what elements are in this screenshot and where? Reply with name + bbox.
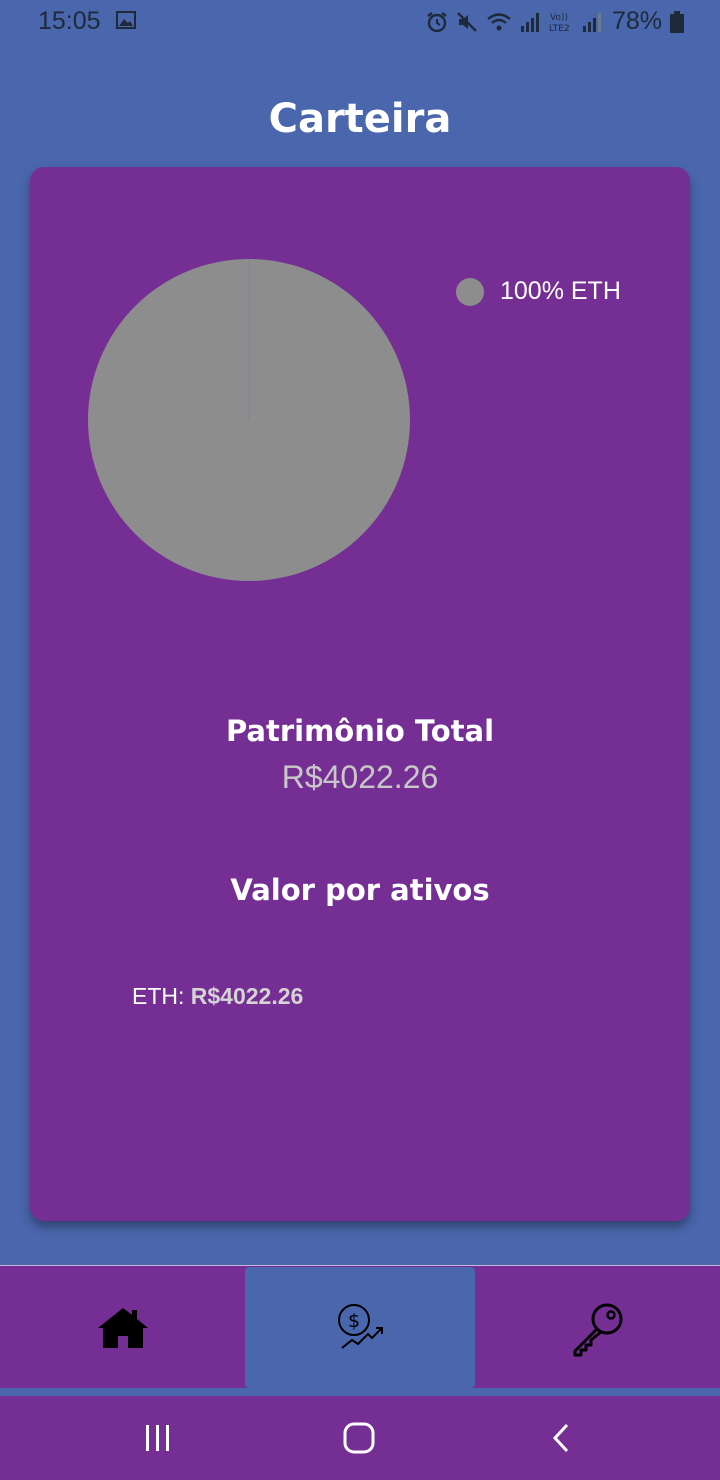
battery-percentage: 78%	[611, 7, 662, 35]
home-icon	[97, 1307, 148, 1348]
system-navigation-bar	[0, 1396, 720, 1480]
signal-icon	[520, 12, 539, 32]
svg-text:$: $	[348, 1310, 360, 1332]
home-circle-icon	[343, 1422, 375, 1454]
recent-apps-button[interactable]	[136, 1418, 180, 1458]
svg-text:LTE2: LTE2	[549, 24, 570, 34]
portfolio-card: 100% ETH Patrimônio Total R$4022.26 Valo…	[30, 167, 690, 1221]
asset-symbol: ETH:	[132, 983, 191, 1009]
total-assets-label: Patrimônio Total	[225, 714, 495, 748]
signal-icon	[582, 12, 601, 32]
pie-chart	[88, 259, 410, 581]
mute-icon	[457, 11, 477, 32]
money-growth-icon: $	[338, 1303, 383, 1349]
page-title: Carteira	[268, 96, 452, 142]
key-icon	[573, 1303, 622, 1356]
bottom-navigation: $	[0, 1265, 720, 1389]
asset-value: R$4022.26	[190, 983, 304, 1009]
legend-dot-eth	[456, 277, 484, 306]
total-assets-value: R$4022.26	[281, 759, 439, 795]
wifi-icon	[487, 12, 511, 30]
nav-divider	[0, 1388, 720, 1396]
back-icon	[552, 1423, 569, 1453]
assets-value-title: Valor por ativos	[230, 873, 490, 907]
system-home-button[interactable]	[337, 1418, 381, 1458]
asset-row-eth: ETH: R$4022.26	[132, 983, 303, 1010]
gallery-icon	[116, 11, 136, 29]
svg-text:Vo)): Vo))	[550, 13, 568, 23]
chart-legend: 100% ETH	[456, 277, 621, 306]
system-back-button[interactable]	[540, 1418, 584, 1458]
status-bar: 15:05 Vo)) LTE2 78%	[0, 0, 720, 44]
nav-wallet-button[interactable]: $	[245, 1267, 475, 1388]
recent-apps-icon	[146, 1425, 169, 1451]
battery-icon	[670, 10, 684, 33]
alarm-icon	[427, 11, 447, 32]
nav-keys-button[interactable]	[475, 1266, 720, 1389]
status-time: 15:05	[38, 7, 101, 35]
volte-lte2-icon: Vo)) LTE2	[549, 13, 570, 34]
nav-home-button[interactable]	[0, 1266, 245, 1389]
legend-label-eth: 100% ETH	[500, 277, 621, 305]
status-icons: Vo)) LTE2 78%	[426, 7, 684, 36]
